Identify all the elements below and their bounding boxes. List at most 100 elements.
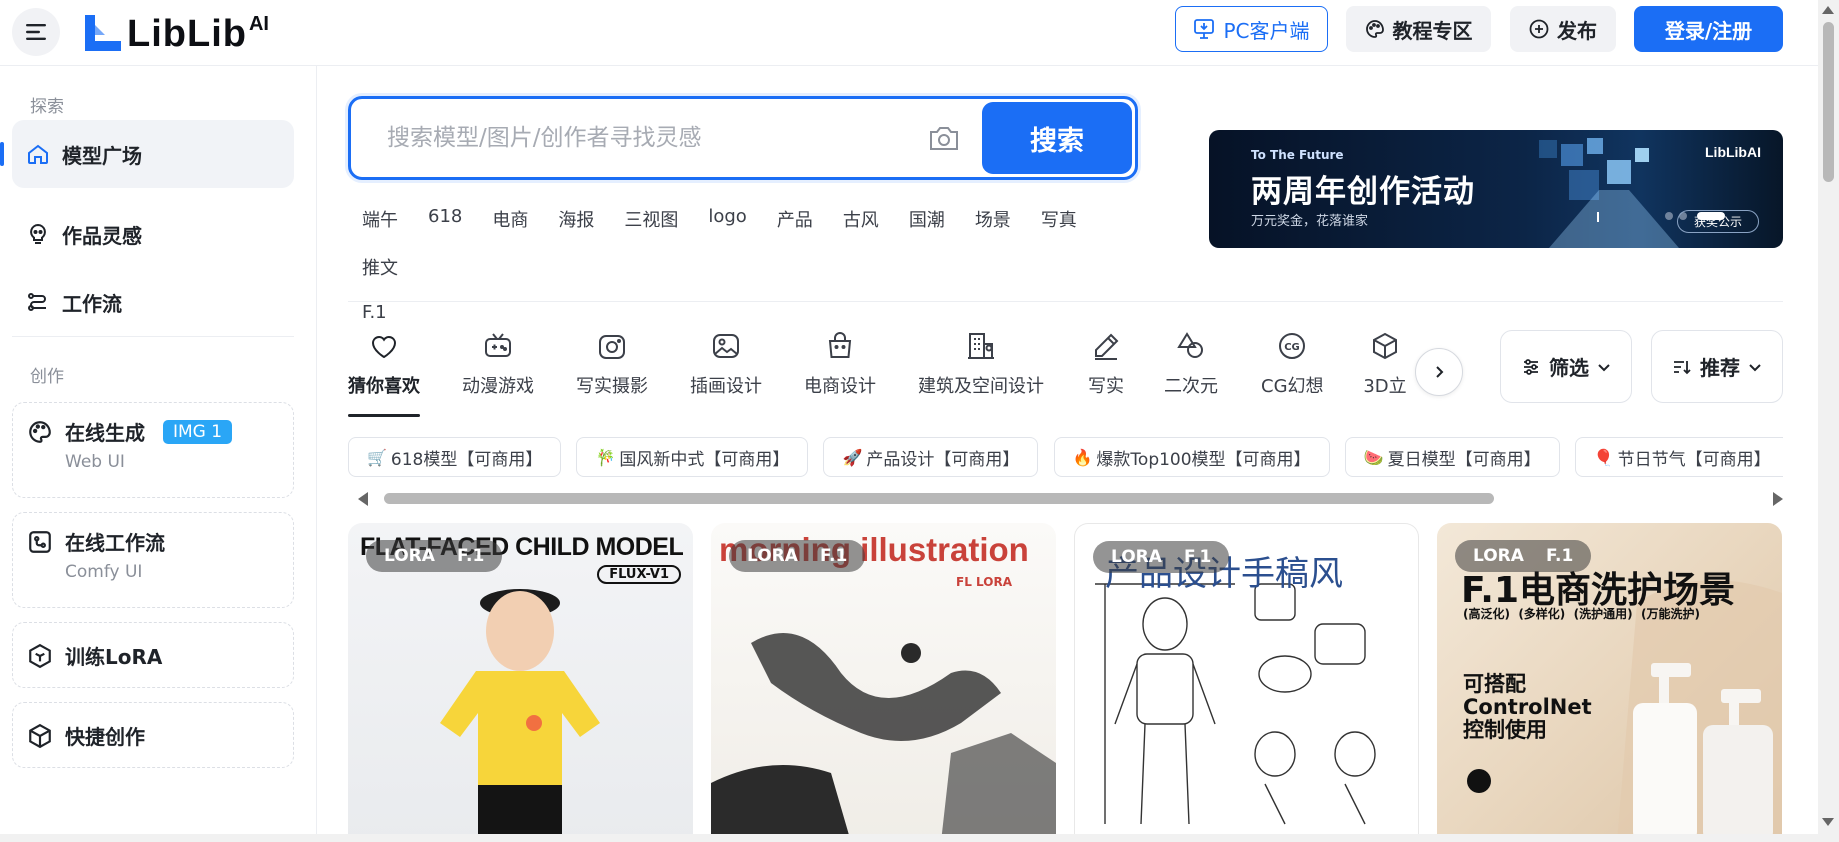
model-card[interactable]: FLAT-FACED CHILD MODEL FLUX-V1 LORA F.1 <box>348 523 693 842</box>
hot-tag[interactable]: 产品 <box>777 206 813 232</box>
model-card[interactable]: 产品设计手稿风 LORA F.1 <box>1074 523 1419 842</box>
hot-tags: 端午 618 电商 海报 三视图 logo 产品 古风 国潮 场景 写真 推文 … <box>362 206 1122 323</box>
logo-mark-icon <box>85 15 121 51</box>
banner-logo: LibLibAI <box>1705 144 1761 160</box>
chip-label: 节日节气【可商用】 <box>1617 449 1771 470</box>
scrollbar-thumb[interactable] <box>384 493 1494 504</box>
scroll-down-icon[interactable] <box>1822 818 1834 826</box>
chip-label: 爆款Top100模型【可商用】 <box>1096 449 1311 470</box>
tab-label: 写实 <box>1088 376 1124 397</box>
hot-tag[interactable]: 推文 <box>362 254 398 280</box>
hot-tag[interactable]: F.1 <box>362 302 1122 323</box>
scroll-up-icon[interactable] <box>1822 6 1834 14</box>
tab-guess-you-like[interactable]: 猜你喜欢 <box>348 330 420 417</box>
page-vertical-scrollbar[interactable] <box>1818 0 1839 842</box>
hot-tag[interactable]: 国潮 <box>909 206 945 232</box>
tab-label: 动漫游戏 <box>462 376 534 397</box>
filter-button[interactable]: 筛选 <box>1500 330 1632 403</box>
hot-tag[interactable]: 古风 <box>843 206 879 232</box>
monitor-download-icon <box>1194 19 1215 39</box>
publish-button[interactable]: 发布 <box>1510 6 1616 52</box>
topic-chip[interactable]: 🔥 爆款Top100模型【可商用】 <box>1053 437 1330 477</box>
train-lora-label: 训练LoRA <box>65 645 163 669</box>
online-workflow-label: 在线工作流 <box>65 531 165 555</box>
watermelon-icon: 🍉 <box>1363 447 1384 467</box>
sidebar-item-workflow[interactable]: 工作流 <box>12 268 294 336</box>
tab-anime-2d[interactable]: 二次元 <box>1164 330 1218 398</box>
menu-button[interactable] <box>12 8 60 56</box>
camera-icon <box>930 127 958 150</box>
category-next-button[interactable] <box>1415 348 1463 396</box>
topic-chip[interactable]: 🍉 夏日模型【可商用】 <box>1344 437 1560 477</box>
workflow-icon <box>28 293 46 311</box>
tag-lora: LORA <box>1473 546 1524 566</box>
topic-chip[interactable]: 🎋 国风新中式【可商用】 <box>576 437 809 477</box>
menu-icon <box>26 24 46 40</box>
pc-client-button[interactable]: PC客户端 <box>1175 6 1328 52</box>
search-button[interactable]: 搜索 <box>982 102 1132 174</box>
topic-chip[interactable]: 🛒 618模型【可商用】 <box>348 437 562 477</box>
logo-text: LibLib <box>127 13 247 55</box>
tutorials-button[interactable]: 教程专区 <box>1346 6 1491 52</box>
liblib-logo[interactable]: LibLib AI <box>83 9 269 53</box>
balloon-icon: 🎈 <box>1593 447 1614 467</box>
sidebar-item-inspiration[interactable]: 作品灵感 <box>12 200 294 268</box>
tab-architecture[interactable]: 建筑及空间设计 <box>918 330 1044 398</box>
scroll-right-icon[interactable] <box>1773 492 1783 506</box>
sort-button[interactable]: 推荐 <box>1651 330 1783 403</box>
sidebar-item-model-square[interactable]: 模型广场 <box>0 120 294 188</box>
scrollbar-thumb[interactable] <box>1823 22 1834 182</box>
model-card[interactable]: F.1电商洗护场景 (高泛化) (多样化) (洗护通用) (万能洗护) 可搭配 … <box>1437 523 1782 842</box>
login-button[interactable]: 登录/注册 <box>1634 6 1783 52</box>
tab-cg-fantasy[interactable]: CG CG幻想 <box>1261 330 1324 398</box>
sort-icon <box>1674 360 1691 374</box>
hot-tag[interactable]: 写真 <box>1041 206 1077 232</box>
online-workflow-card[interactable]: 在线工作流 Comfy UI <box>12 512 294 608</box>
chips-scrollbar[interactable] <box>358 490 1783 506</box>
workflow-nodes-icon <box>29 530 51 553</box>
card-note: 可搭配 ControlNet 控制使用 <box>1463 672 1592 743</box>
train-lora-card[interactable]: 训练LoRA <box>12 622 294 688</box>
section-divider <box>348 301 1783 302</box>
create-section-title: 创作 <box>30 367 64 387</box>
tab-label: 猜你喜欢 <box>348 376 420 397</box>
hot-tag[interactable]: 海报 <box>558 206 594 232</box>
sidebar-item-label: 工作流 <box>62 291 122 316</box>
tab-label: CG幻想 <box>1261 376 1324 397</box>
search-input[interactable] <box>351 99 924 177</box>
event-banner[interactable]: To The Future 两周年创作活动 万元奖金，花落谁家 LibLibAI… <box>1209 130 1783 248</box>
hot-tag[interactable]: 三视图 <box>624 206 678 232</box>
image-icon <box>713 334 739 358</box>
tab-illustration[interactable]: 插画设计 <box>690 330 762 398</box>
tag-f1: F.1 <box>819 546 848 566</box>
palette-icon <box>1365 20 1384 38</box>
hot-tag[interactable]: 618 <box>428 206 462 232</box>
topic-chips: 🛒 618模型【可商用】 🎋 国风新中式【可商用】 🚀 产品设计【可商用】 🔥 爆款To… <box>348 437 1783 477</box>
image-search-button[interactable] <box>924 118 964 158</box>
top-bar: LibLib AI PC客户端 教程专区 发布 登录/注册 <box>0 0 1818 66</box>
sliders-icon <box>1524 358 1538 375</box>
hexagon-icon <box>29 643 51 668</box>
hot-tag[interactable]: 电商 <box>492 206 528 232</box>
web-ui-subtitle: Web UI <box>65 452 125 472</box>
tab-3d[interactable]: 3D立 <box>1361 330 1409 398</box>
scroll-left-icon[interactable] <box>358 492 368 506</box>
page-horizontal-scrollbar[interactable] <box>0 834 1818 842</box>
tab-realistic[interactable]: 写实 <box>1088 330 1124 398</box>
tab-realistic-photo[interactable]: 写实摄影 <box>576 330 648 398</box>
online-generation-card[interactable]: 在线生成 IMG 1 Web UI <box>12 402 294 498</box>
banner-results-button[interactable]: 获奖公示 <box>1676 210 1759 233</box>
hot-tag[interactable]: logo <box>708 206 746 232</box>
banner-kicker: To The Future <box>1251 148 1344 162</box>
model-card[interactable]: morning illustration FL LORA LORA F.1 <box>711 523 1056 842</box>
filter-label: 筛选 <box>1549 356 1589 380</box>
sort-label: 推荐 <box>1700 356 1740 380</box>
hot-tag[interactable]: 端午 <box>362 206 398 232</box>
topic-chip[interactable]: 🚀 产品设计【可商用】 <box>823 437 1039 477</box>
tab-anime-games[interactable]: 动漫游戏 <box>462 330 534 398</box>
hot-tag[interactable]: 场景 <box>975 206 1011 232</box>
card-tags: LORA F.1 <box>729 540 866 572</box>
quick-create-card[interactable]: 快捷创作 <box>12 702 294 768</box>
tab-ecommerce[interactable]: 电商设计 <box>804 330 876 398</box>
topic-chip[interactable]: 🎈 节日节气【可商用】 <box>1574 437 1783 477</box>
